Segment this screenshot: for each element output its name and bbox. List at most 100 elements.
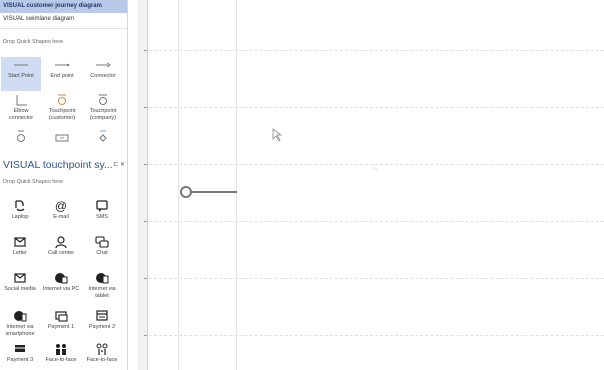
section2-title: VISUAL touchpoint sy... — [3, 159, 113, 171]
ruler-label: 110 — [138, 333, 139, 340]
shape-internet-smartphone[interactable]: Internet via smartphone — [0, 308, 40, 340]
shape-label: SMS — [96, 214, 108, 220]
shape-label: Touchpoint (company) — [89, 108, 117, 121]
chat-icon — [82, 234, 122, 250]
elbow-connector-icon — [1, 92, 41, 108]
internet-tablet-icon — [82, 270, 122, 286]
shape-label: Payment 1 — [47, 324, 75, 330]
shape-label: Call center — [47, 250, 75, 256]
mouse-cursor-icon — [272, 128, 283, 142]
shape-elbow-connector[interactable]: Elbow connector — [1, 92, 41, 128]
touchpoint-customer-icon — [42, 92, 82, 108]
letter-icon — [0, 234, 40, 250]
shape-letter[interactable]: Letter — [0, 234, 40, 266]
shape-label: Internet via smartphone — [5, 324, 35, 337]
shape-label: Letter — [12, 250, 28, 256]
internet-pc-icon — [41, 270, 81, 286]
ruler-label: 180 — [138, 12, 139, 20]
shapes-pane: VISUAL customer journey diagram VISUAL s… — [0, 0, 128, 370]
shape-label: Internet via PC — [42, 286, 80, 292]
shape-label: Laptop — [11, 214, 29, 220]
shape-label: Touchpoint (customer) — [48, 108, 76, 121]
laptop-icon — [0, 198, 40, 214]
vertical-ruler[interactable]: 180 175 170 165 160 155 150 145 140 135 … — [138, 0, 148, 370]
ruler-tick — [144, 335, 147, 336]
payment2-icon — [82, 308, 122, 324]
divider — [0, 28, 127, 29]
shape-sms[interactable]: SMS — [82, 198, 122, 230]
payment1-icon — [41, 308, 81, 324]
shape-label: End point — [50, 73, 74, 79]
touchpoint-diamond-icon — [83, 129, 123, 145]
stencil-swimlane[interactable]: VISUAL swimlane diagram — [0, 13, 127, 26]
payment3-icon — [0, 341, 40, 357]
ruler-label: 105 — [138, 350, 139, 358]
shape-social-media[interactable]: Social media — [0, 270, 40, 306]
faint-cursor-icon — [373, 164, 379, 172]
ruler-tick — [144, 50, 147, 51]
shape-chat[interactable]: Chat — [82, 234, 122, 266]
shape-start-point[interactable]: Start Point — [1, 57, 41, 91]
face-to-face2-icon — [82, 341, 122, 357]
touchpoint-rectangle-icon — [42, 129, 82, 145]
shape-label: Social media — [4, 286, 36, 292]
shape-label: Connector — [90, 73, 116, 79]
shape-label: E-mail — [53, 214, 69, 220]
ruler-label: 135 — [138, 241, 139, 249]
shape-touchpoint-rectangle[interactable] — [42, 129, 82, 149]
shape-touchpoint-customer[interactable]: Touchpoint (customer) — [42, 92, 82, 128]
ruler-tick — [144, 221, 147, 222]
shape-payment1[interactable]: Payment 1 — [41, 308, 81, 340]
shape-label: Elbow connector — [8, 108, 34, 121]
stencil-customer-journey[interactable]: VISUAL customer journey diagram — [0, 0, 127, 13]
shape-touchpoint-diamond[interactable] — [83, 129, 123, 149]
sms-icon — [82, 198, 122, 214]
drop-hint-2: Drop Quick Shapes here — [3, 179, 64, 185]
shape-internet-tablet[interactable]: Internet via tablet — [82, 270, 122, 306]
call-center-icon — [41, 234, 81, 250]
drop-hint-1: Drop Quick Shapes here — [3, 39, 64, 45]
ruler-label: 175 — [138, 44, 139, 52]
ruler-tick — [144, 107, 147, 108]
shape-connector[interactable]: Connector — [83, 57, 123, 91]
shape-call-center[interactable]: Call center — [41, 234, 81, 266]
ruler-label: 130 — [138, 262, 139, 270]
face-to-face-icon — [41, 341, 81, 357]
shape-payment2[interactable]: Payment 2 — [82, 308, 122, 340]
shape-face-to-face-2[interactable]: Face-to-face — [82, 341, 122, 369]
end-point-icon — [42, 57, 82, 73]
touchpoint-circle-icon — [1, 129, 41, 145]
shape-label: Payment 3 — [6, 357, 34, 363]
shape-internet-pc[interactable]: Internet via PC — [41, 270, 81, 306]
pane-controls-icon[interactable]: ⊏ ✕ — [113, 161, 125, 168]
ruler-label: 155 — [138, 163, 139, 171]
ruler-label: 170 — [138, 68, 139, 76]
start-point-shape[interactable] — [180, 186, 237, 198]
ruler-label: 140 — [138, 224, 139, 232]
shape-payment3[interactable]: Payment 3 — [0, 341, 40, 369]
ruler-label: 145 — [138, 203, 139, 211]
shape-face-to-face[interactable]: Face-to-face — [41, 341, 81, 369]
shape-touchpoint-company[interactable]: Touchpoint (company) — [83, 92, 123, 128]
section2-shape-grid: Laptop @ E-mail SMS Letter Call center C… — [0, 198, 124, 370]
shape-touchpoint-circle[interactable] — [1, 129, 41, 149]
ruler-label: 160 — [138, 126, 139, 134]
email-icon: @ — [54, 199, 68, 213]
shape-label: Internet via tablet — [88, 286, 116, 299]
connector-icon — [83, 57, 123, 73]
shape-end-point[interactable]: End point — [42, 57, 82, 91]
drawing-canvas[interactable] — [149, 0, 604, 370]
shape-email[interactable]: @ E-mail — [41, 198, 81, 230]
ruler-label: 125 — [138, 280, 139, 288]
shape-label: Face-to-face — [45, 357, 77, 363]
ruler-label: 120 — [138, 297, 139, 305]
touchpoint-company-icon — [83, 92, 123, 108]
ruler-label: 115 — [138, 315, 139, 322]
ruler-tick — [144, 164, 147, 165]
ruler-label: 165 — [138, 96, 139, 104]
ruler-tick — [144, 278, 147, 279]
shape-label: Payment 2 — [88, 324, 116, 330]
section2-header: VISUAL touchpoint sy... ⊏ ✕ — [3, 159, 125, 175]
shape-laptop[interactable]: Laptop — [0, 198, 40, 230]
section1-shape-grid: Start Point End point Connector Elbow co… — [0, 56, 124, 152]
